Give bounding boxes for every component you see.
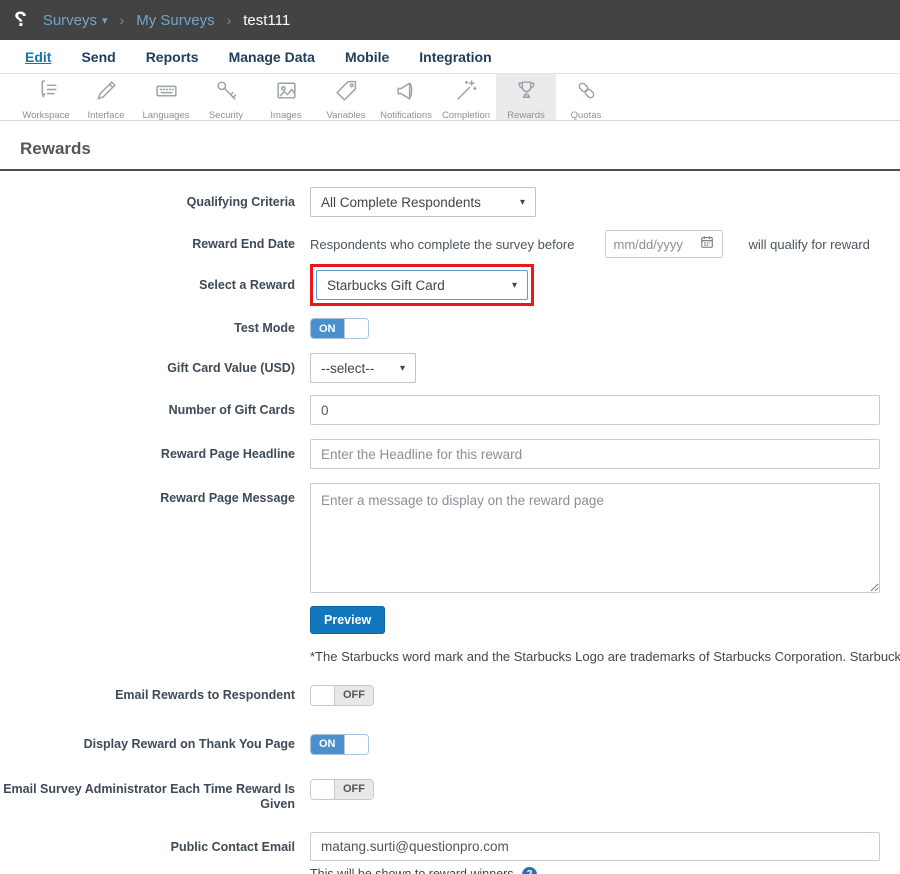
contact-email-input[interactable] bbox=[310, 832, 880, 861]
email-rewards-label: Email Rewards to Respondent bbox=[0, 680, 310, 704]
main-nav-tabs: Edit Send Reports Manage Data Mobile Int… bbox=[0, 40, 900, 74]
chevron-down-icon[interactable]: ▾ bbox=[102, 14, 108, 27]
starbucks-trademark-text: *The Starbucks word mark and the Starbuc… bbox=[310, 647, 900, 667]
help-icon[interactable]: ? bbox=[522, 867, 537, 874]
select-caret-icon: ▾ bbox=[400, 363, 405, 374]
toolbar-item-workspace[interactable]: Workspace bbox=[16, 74, 76, 120]
toolbar-item-variables[interactable]: Variables bbox=[316, 74, 376, 120]
tab-mobile[interactable]: Mobile bbox=[345, 49, 389, 65]
num-gift-cards-input[interactable] bbox=[310, 395, 880, 425]
select-caret-icon: ▾ bbox=[512, 280, 517, 291]
reward-end-date-input[interactable]: mm/dd/yyyy bbox=[605, 230, 723, 258]
tab-manage-data[interactable]: Manage Data bbox=[229, 49, 315, 65]
magic-wand-icon bbox=[454, 78, 479, 108]
contact-email-helper-text: This will be shown to reward winners. bbox=[310, 867, 517, 874]
breadcrumb-surveys[interactable]: Surveys bbox=[43, 12, 97, 29]
display-reward-label: Display Reward on Thank You Page bbox=[0, 729, 310, 753]
num-gift-cards-label: Number of Gift Cards bbox=[0, 395, 310, 419]
end-date-suffix-text: will qualify for reward bbox=[749, 229, 870, 252]
message-textarea[interactable] bbox=[310, 483, 880, 593]
qualifying-criteria-label: Qualifying Criteria bbox=[0, 187, 310, 211]
test-mode-toggle[interactable]: ON bbox=[310, 318, 369, 339]
megaphone-icon bbox=[394, 78, 419, 108]
headline-input[interactable] bbox=[310, 439, 880, 469]
select-reward-select[interactable]: Starbucks Gift Card ▾ bbox=[316, 270, 528, 300]
breadcrumb-my-surveys[interactable]: My Surveys bbox=[136, 12, 214, 29]
trophy-icon bbox=[514, 78, 539, 108]
tab-send[interactable]: Send bbox=[81, 49, 115, 65]
toolbar-item-completion[interactable]: Completion bbox=[436, 74, 496, 120]
key-icon bbox=[214, 78, 239, 108]
email-rewards-toggle[interactable]: OFF bbox=[310, 685, 374, 706]
image-icon bbox=[274, 78, 299, 108]
calendar-icon[interactable] bbox=[700, 235, 714, 254]
toolbar-item-images[interactable]: Images bbox=[256, 74, 316, 120]
toolbar-item-quotas[interactable]: Quotas bbox=[556, 74, 616, 120]
toggle-knob bbox=[344, 735, 368, 754]
select-caret-icon: ▾ bbox=[520, 197, 525, 208]
toolbar-item-interface[interactable]: Interface bbox=[76, 74, 136, 120]
reward-end-date-label: Reward End Date bbox=[0, 229, 310, 253]
tag-icon bbox=[334, 78, 359, 108]
toolbar-item-security[interactable]: Security bbox=[196, 74, 256, 120]
breadcrumb-survey-name: test111 bbox=[243, 12, 290, 29]
top-header-bar: ? Surveys ▾ › My Surveys › test111 bbox=[0, 0, 900, 40]
questionpro-logo-icon[interactable]: ? bbox=[14, 8, 27, 32]
keyboard-icon bbox=[154, 78, 179, 108]
annotation-red-box: Starbucks Gift Card ▾ bbox=[310, 264, 534, 306]
page-title: Rewards bbox=[20, 139, 900, 159]
toolbar-item-rewards[interactable]: Rewards bbox=[496, 74, 556, 120]
tab-edit[interactable]: Edit bbox=[25, 49, 51, 65]
title-divider bbox=[0, 169, 900, 171]
headline-label: Reward Page Headline bbox=[0, 439, 310, 463]
contact-email-label: Public Contact Email bbox=[0, 832, 310, 856]
qualifying-criteria-select[interactable]: All Complete Respondents ▾ bbox=[310, 187, 536, 217]
email-admin-label: Email Survey Administrator Each Time Rew… bbox=[0, 774, 310, 813]
toolbar-item-languages[interactable]: Languages bbox=[136, 74, 196, 120]
toggle-knob bbox=[311, 686, 335, 705]
gift-card-value-select[interactable]: --select-- ▾ bbox=[310, 353, 416, 383]
preview-button[interactable]: Preview bbox=[310, 606, 385, 634]
gift-card-value-label: Gift Card Value (USD) bbox=[0, 353, 310, 377]
paintbrush-icon bbox=[94, 78, 119, 108]
end-date-prefix-text: Respondents who complete the survey befo… bbox=[310, 229, 575, 252]
tab-reports[interactable]: Reports bbox=[146, 49, 199, 65]
select-reward-label: Select a Reward bbox=[0, 264, 310, 294]
chain-links-icon bbox=[574, 78, 599, 108]
toggle-knob bbox=[311, 780, 335, 799]
breadcrumb-separator: › bbox=[120, 12, 125, 28]
pen-list-icon bbox=[34, 78, 59, 108]
toggle-knob bbox=[344, 319, 368, 338]
email-admin-toggle[interactable]: OFF bbox=[310, 779, 374, 800]
tab-integration[interactable]: Integration bbox=[419, 49, 491, 65]
toolbar-item-notifications[interactable]: Notifications bbox=[376, 74, 436, 120]
edit-toolbar: Workspace Interface Languages Security I… bbox=[0, 74, 900, 121]
test-mode-label: Test Mode bbox=[0, 313, 310, 337]
message-label: Reward Page Message bbox=[0, 483, 310, 507]
display-reward-toggle[interactable]: ON bbox=[310, 734, 369, 755]
breadcrumb-separator: › bbox=[227, 12, 232, 28]
rewards-form: Qualifying Criteria All Complete Respond… bbox=[0, 187, 900, 874]
